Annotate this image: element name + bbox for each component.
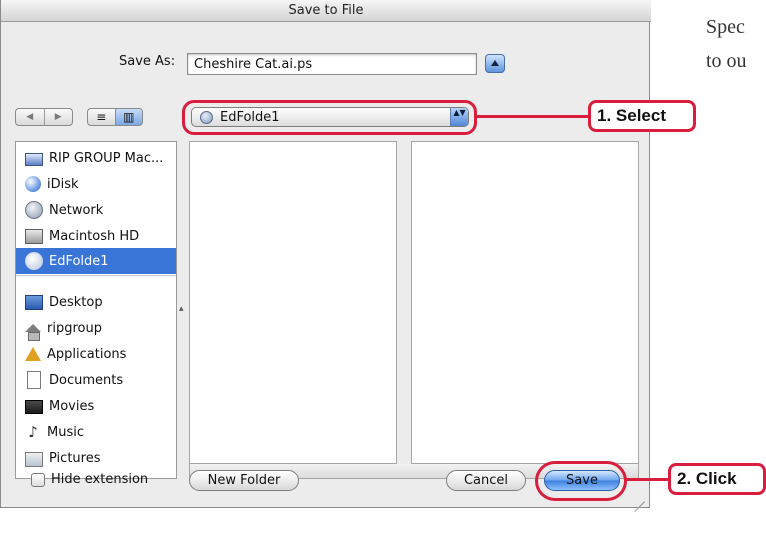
- movies-icon: [25, 400, 43, 414]
- new-folder-button[interactable]: New Folder: [189, 470, 299, 491]
- side-text-line-2: to ou: [706, 50, 747, 72]
- sidebar-item-label: RIP GROUP Mac...: [49, 150, 164, 166]
- sidebar-resize-handle[interactable]: ▴: [179, 304, 184, 314]
- sidebar-item-label: Movies: [49, 398, 95, 414]
- select-callout: 1. Select: [588, 100, 696, 132]
- side-text: Spec to ou: [706, 10, 747, 78]
- save-highlight-ring: [535, 461, 627, 501]
- sidebar: RIP GROUP Mac... iDisk Network Macintosh…: [15, 141, 177, 479]
- desktop-icon: [25, 295, 43, 310]
- save-as-field[interactable]: [187, 53, 477, 75]
- expand-dialog-button[interactable]: [485, 54, 505, 73]
- list-view-icon[interactable]: ≡: [88, 109, 115, 125]
- sidebar-item-label: Pictures: [49, 450, 101, 466]
- sidebar-item-label: Applications: [47, 346, 127, 362]
- sidebar-item-label: Documents: [49, 372, 124, 388]
- column-view-icon[interactable]: ▥: [114, 109, 142, 125]
- sidebar-item-label: Macintosh HD: [49, 228, 140, 244]
- forward-button[interactable]: ▶: [45, 109, 73, 125]
- sidebar-item-music[interactable]: ♪ Music: [16, 419, 176, 445]
- click-callout: 2. Click: [668, 463, 766, 495]
- sidebar-item-edfolde1[interactable]: EdFolde1: [16, 248, 176, 274]
- sidebar-item-label: EdFolde1: [49, 253, 109, 269]
- sidebar-item-pictures[interactable]: Pictures: [16, 445, 176, 471]
- network-volume-icon: [25, 252, 43, 270]
- hide-extension-label: Hide extension: [51, 472, 149, 487]
- save-as-label: Save As:: [119, 54, 176, 69]
- select-highlight-ring: [182, 100, 477, 135]
- dialog-title: Save to File: [1, 0, 651, 22]
- sidebar-item-ripgroup[interactable]: ripgroup: [16, 315, 176, 341]
- save-dialog: Save to File Save As: ◀ ▶ ≡ ▥ EdFolde1 ▲…: [0, 0, 651, 508]
- view-mode-toggle: ≡ ▥: [87, 108, 143, 126]
- sidebar-item-label: Network: [49, 202, 104, 218]
- applications-icon: [25, 347, 41, 361]
- side-text-line-1: Spec: [706, 16, 745, 38]
- sidebar-item-desktop[interactable]: Desktop: [16, 289, 176, 315]
- sidebar-item-macintosh-hd[interactable]: Macintosh HD: [16, 223, 176, 249]
- sidebar-item-idisk[interactable]: iDisk: [16, 171, 176, 197]
- sidebar-item-label: Music: [47, 424, 84, 440]
- hard-disk-icon: [25, 229, 43, 244]
- sidebar-divider: [16, 275, 176, 276]
- computer-icon: [25, 152, 43, 166]
- sidebar-item-label: iDisk: [47, 176, 79, 192]
- back-forward-buttons: ◀ ▶: [15, 108, 73, 126]
- select-callout-line: [476, 115, 588, 118]
- sidebar-item-network[interactable]: Network: [16, 197, 176, 223]
- browser-column-2[interactable]: [411, 141, 639, 464]
- click-callout-line: [626, 478, 670, 481]
- network-icon: [25, 201, 43, 219]
- cancel-button[interactable]: Cancel: [446, 470, 526, 491]
- back-button[interactable]: ◀: [16, 109, 45, 125]
- home-icon: [25, 324, 41, 341]
- documents-icon: [27, 371, 41, 389]
- idisk-icon: [25, 176, 41, 192]
- music-icon: ♪: [28, 423, 38, 441]
- sidebar-item-rip-group-mac[interactable]: RIP GROUP Mac...: [16, 145, 176, 171]
- sidebar-item-movies[interactable]: Movies: [16, 393, 176, 419]
- hide-extension-checkbox[interactable]: [31, 473, 45, 487]
- pictures-icon: [25, 451, 43, 467]
- sidebar-item-label: ripgroup: [47, 320, 102, 336]
- sidebar-item-documents[interactable]: Documents: [16, 367, 176, 393]
- sidebar-item-label: Desktop: [49, 294, 103, 310]
- resize-grip-icon[interactable]: [629, 486, 647, 504]
- sidebar-item-applications[interactable]: Applications: [16, 341, 176, 367]
- browser-column-1[interactable]: [189, 141, 397, 464]
